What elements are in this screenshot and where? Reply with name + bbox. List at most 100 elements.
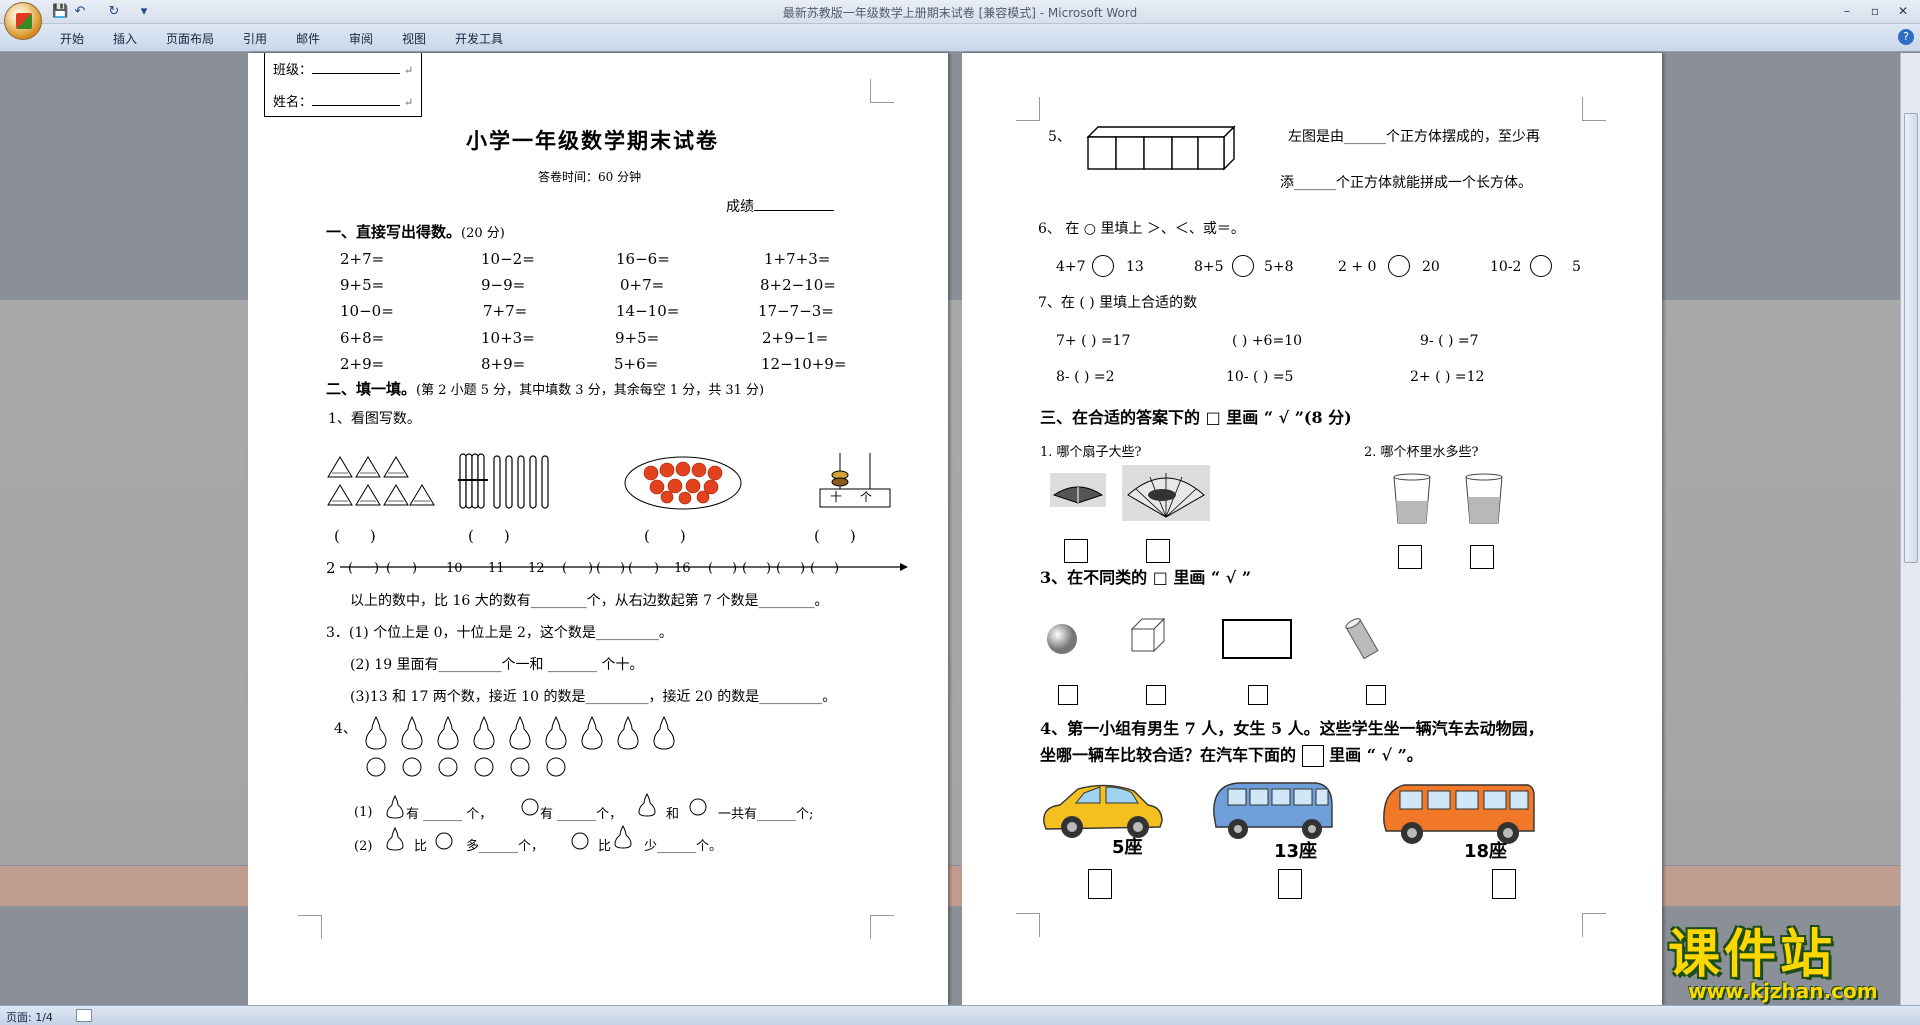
q4-part2-label: (2) [354,839,373,854]
answer-checkbox[interactable] [1492,869,1516,899]
compare-circle[interactable] [1232,255,1254,277]
cubes-image [1086,125,1236,171]
name-field[interactable]: 姓名： ↵ [273,92,413,111]
answer-checkbox[interactable] [1366,685,1386,705]
compare-circle[interactable] [1388,255,1410,277]
small-car-image [1043,784,1163,838]
arith-item: 2+9−1= [762,329,829,347]
q4-part1-text: 一共有______个; [718,807,814,822]
watermark-logo: 课件站 www.kjzhan.com [1668,925,1900,1005]
nl-label: ) [732,561,738,576]
tab-mailings[interactable]: 邮件 [296,30,320,47]
crop-mark [1016,97,1040,121]
tab-review[interactable]: 审阅 [349,30,373,47]
proofing-icon[interactable] [76,1009,92,1022]
compare-right: 5+8 [1264,259,1294,275]
answer-paren[interactable]: ( ) [814,527,856,545]
q3-part1: 3．(1) 个位上是 0，十位上是 2，这个数是_________。 [326,625,673,641]
answer-paren[interactable]: ( ) [644,527,686,545]
document-page-1[interactable]: 班级： ↵ 姓名： ↵ 小学一年级数学期末试卷 答卷时间：60 分钟 成绩 一、直接… [248,53,948,1005]
close-button[interactable]: ✕ [1890,2,1916,20]
tab-page-layout[interactable]: 页面布局 [166,30,214,47]
q4-part2-text: 少______个。 [644,839,723,854]
answer-checkbox[interactable] [1278,869,1302,899]
answer-checkbox[interactable] [1088,869,1112,899]
q4-part2-text: 比 [598,839,612,854]
cup-high-water-image [1465,473,1503,524]
q5-text-b: 添______个正方体就能拼成一个长方体。 [1280,175,1532,191]
vertical-scrollbar[interactable] [1900,53,1920,1005]
score-field[interactable]: 成绩 [726,197,834,216]
answer-checkbox[interactable] [1248,685,1268,705]
scrollbar-thumb[interactable] [1904,113,1918,563]
crop-mark [870,79,894,103]
arith-item: 16−6= [616,250,670,268]
apple-icon [435,832,453,850]
pear-icon [386,795,404,819]
document-page-2[interactable]: 5、 左图是由______个正方体摆成的，至少再 添______个正方体就能拼成… [962,53,1662,1005]
compare-left: 8+5 [1194,259,1224,275]
s3-q3-text: 3、在不同类的 □ 里画 “ √ ” [1040,568,1252,587]
tab-references[interactable]: 引用 [243,30,267,47]
fill-item[interactable]: 9- ( ) =7 [1420,333,1479,350]
compare-circle[interactable] [1092,255,1114,277]
nl-label: ( [776,561,782,576]
nl-label: ( [810,561,816,576]
apple-icon [521,798,539,816]
arith-item: 14−10= [616,302,680,320]
crop-mark [298,915,322,939]
compare-right: 20 [1422,259,1440,275]
q3-part3: (3)13 和 17 两个数，接近 10 的数是_________，接近 20 … [350,689,837,705]
nl-label: 16 [674,561,691,576]
tab-view[interactable]: 视图 [402,30,426,47]
fill-item[interactable]: ( ) +6=10 [1232,333,1302,350]
minibus-image [1213,782,1333,839]
answer-checkbox[interactable] [1146,685,1166,705]
arith-item: 9−9= [481,276,526,294]
page-count[interactable]: 页面: 1/4 [6,1009,53,1025]
crop-mark [1582,913,1606,937]
nl-label: ) [374,561,380,576]
answer-checkbox[interactable] [1398,545,1422,569]
small-fan-image [1050,473,1106,507]
restore-button[interactable]: ▫ [1862,2,1888,20]
apples-plate-image [624,456,742,510]
answer-checkbox[interactable] [1064,539,1088,563]
nl-label: ) [654,561,660,576]
fill-item[interactable]: 8- ( ) =2 [1056,369,1115,386]
arith-item: 12−10+9= [761,355,847,373]
minimize-button[interactable]: – [1834,2,1860,20]
ball-image [1047,624,1077,654]
section-1-heading: 一、直接写出得数。(20 分) [326,223,505,241]
triangles-image [327,456,435,506]
q4-part1-text: 和 [666,807,680,822]
tab-home[interactable]: 开始 [60,30,84,47]
exam-title: 小学一年级数学期末试卷 [466,128,719,153]
class-field[interactable]: 班级： ↵ [273,60,413,79]
q4-part2-text: 多______个， [466,839,545,854]
answer-checkbox[interactable] [1146,539,1170,563]
arith-item: 2+7= [340,250,385,268]
answer-checkbox[interactable] [1058,685,1078,705]
answer-paren[interactable]: ( ) [334,527,376,545]
arith-item: 8+9= [481,355,526,373]
answer-checkbox[interactable] [1470,545,1494,569]
q4-part1-text: 有 ______ 个， [406,807,493,822]
fill-item[interactable]: 7+ ( ) =17 [1056,333,1130,350]
compare-right: 13 [1126,259,1144,275]
office-logo-icon [16,13,32,29]
q5-text-a: 左图是由______个正方体摆成的，至少再 [1288,129,1540,145]
fill-item[interactable]: 10- ( ) =5 [1226,369,1293,386]
answer-paren[interactable]: ( ) [468,527,510,545]
q4-number: 4、 [334,721,357,737]
help-icon[interactable]: ? [1898,29,1914,45]
exam-time: 答卷时间：60 分钟 [538,170,642,184]
fill-item[interactable]: 2+ ( ) =12 [1410,369,1484,386]
arith-item: 2+9= [340,355,385,373]
car-label: 18座 [1464,841,1508,862]
tab-developer[interactable]: 开发工具 [455,30,503,47]
nl-label: ( [708,561,714,576]
compare-circle[interactable] [1530,255,1552,277]
office-button[interactable] [4,2,42,40]
tab-insert[interactable]: 插入 [113,30,137,47]
